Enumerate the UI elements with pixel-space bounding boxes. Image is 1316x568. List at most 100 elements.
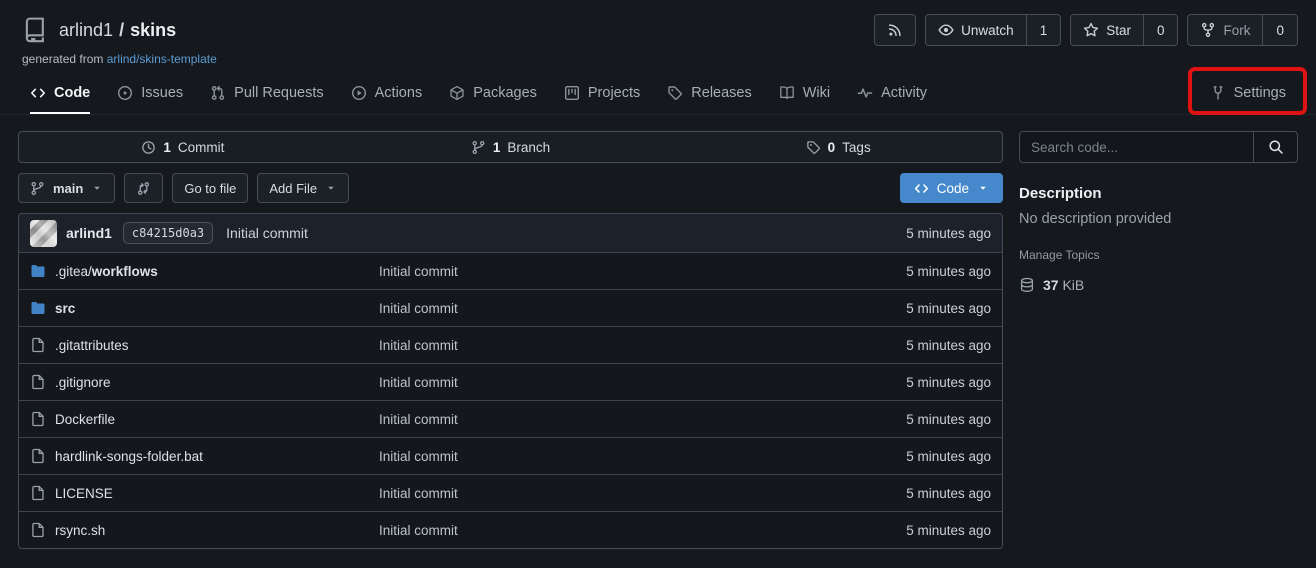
chevron-down-icon bbox=[91, 182, 103, 194]
repo-owner-link[interactable]: arlind1 bbox=[59, 20, 113, 40]
tab-activity[interactable]: Activity bbox=[857, 74, 927, 114]
file-commit-message[interactable]: Initial commit bbox=[379, 338, 906, 353]
file-commit-message[interactable]: Initial commit bbox=[379, 523, 906, 538]
file-name-link[interactable]: src bbox=[30, 300, 379, 316]
tab-projects[interactable]: Projects bbox=[564, 74, 640, 114]
git-pull-request-icon bbox=[210, 85, 226, 101]
generated-from-label: generated from bbox=[22, 52, 103, 66]
star-button[interactable]: Star bbox=[1071, 15, 1143, 45]
folder-icon bbox=[30, 300, 46, 316]
code-download-button[interactable]: Code bbox=[900, 173, 1003, 203]
file-date: 5 minutes ago bbox=[906, 486, 991, 501]
code-icon bbox=[914, 181, 929, 196]
search-button[interactable] bbox=[1253, 132, 1297, 162]
add-file-label: Add File bbox=[269, 181, 317, 196]
file-name-link[interactable]: .gitea/workflows bbox=[30, 263, 379, 279]
rss-button[interactable] bbox=[874, 14, 916, 46]
tab-settings[interactable]: Settings bbox=[1210, 74, 1286, 114]
tag-icon bbox=[806, 140, 821, 155]
file-name-link[interactable]: .gitignore bbox=[30, 374, 379, 390]
book-open-icon bbox=[779, 85, 795, 101]
package-icon bbox=[449, 85, 465, 101]
git-branch-icon bbox=[30, 181, 45, 196]
repo-size-unit: KiB bbox=[1062, 277, 1084, 293]
compare-button[interactable] bbox=[124, 173, 163, 203]
file-row: .gitattributes Initial commit 5 minutes … bbox=[19, 326, 1002, 363]
issue-opened-icon bbox=[117, 85, 133, 101]
file-row: LICENSE Initial commit 5 minutes ago bbox=[19, 474, 1002, 511]
file-commit-message[interactable]: Initial commit bbox=[379, 264, 906, 279]
star-label: Star bbox=[1106, 23, 1131, 38]
database-icon bbox=[1019, 277, 1035, 293]
file-row: rsync.sh Initial commit 5 minutes ago bbox=[19, 511, 1002, 548]
tag-icon bbox=[667, 85, 683, 101]
repo-sidebar: Description No description provided Mana… bbox=[1019, 131, 1298, 549]
add-file-button[interactable]: Add File bbox=[257, 173, 349, 203]
watchers-count[interactable]: 1 bbox=[1026, 15, 1061, 45]
branch-selector[interactable]: main bbox=[18, 173, 115, 203]
file-name-link[interactable]: LICENSE bbox=[30, 485, 379, 501]
file-row: .gitea/workflows Initial commit 5 minute… bbox=[19, 252, 1002, 289]
file-icon bbox=[30, 337, 46, 353]
manage-topics-link[interactable]: Manage Topics bbox=[1019, 248, 1298, 262]
watch-button-group: Unwatch 1 bbox=[925, 14, 1061, 46]
code-icon bbox=[30, 85, 46, 101]
tab-releases[interactable]: Releases bbox=[667, 74, 751, 114]
file-commit-message[interactable]: Initial commit bbox=[379, 375, 906, 390]
file-row: Dockerfile Initial commit 5 minutes ago bbox=[19, 400, 1002, 437]
tab-pull-requests[interactable]: Pull Requests bbox=[210, 74, 323, 114]
tab-packages[interactable]: Packages bbox=[449, 74, 537, 114]
commit-author-link[interactable]: arlind1 bbox=[66, 225, 112, 241]
fork-button[interactable]: Fork bbox=[1188, 15, 1262, 45]
tab-code[interactable]: Code bbox=[30, 74, 90, 114]
file-name-link[interactable]: .gitattributes bbox=[30, 337, 379, 353]
tags-stat[interactable]: 0Tags bbox=[674, 140, 1002, 155]
file-name-link[interactable]: Dockerfile bbox=[30, 411, 379, 427]
unwatch-label: Unwatch bbox=[961, 23, 1014, 38]
avatar[interactable] bbox=[30, 220, 57, 247]
branches-stat[interactable]: 1Branch bbox=[347, 140, 675, 155]
stars-count[interactable]: 0 bbox=[1143, 15, 1178, 45]
file-commit-message[interactable]: Initial commit bbox=[379, 449, 906, 464]
file-date: 5 minutes ago bbox=[906, 523, 991, 538]
commit-message-link[interactable]: Initial commit bbox=[226, 225, 308, 241]
file-commit-message[interactable]: Initial commit bbox=[379, 412, 906, 427]
file-row: hardlink-songs-folder.bat Initial commit… bbox=[19, 437, 1002, 474]
fork-button-group: Fork 0 bbox=[1187, 14, 1298, 46]
star-button-group: Star 0 bbox=[1070, 14, 1178, 46]
commit-hash-link[interactable]: c84215d0a3 bbox=[123, 222, 213, 244]
code-search-box bbox=[1019, 131, 1298, 163]
generated-from-line: generated from arlind/skins-template bbox=[22, 52, 1298, 67]
repo-toolbar: main Go to file Add File bbox=[18, 173, 1003, 203]
file-name-link[interactable]: rsync.sh bbox=[30, 522, 379, 538]
tab-issues[interactable]: Issues bbox=[117, 74, 183, 114]
tools-icon bbox=[1210, 85, 1226, 101]
fork-icon bbox=[1200, 22, 1216, 38]
file-row: src Initial commit 5 minutes ago bbox=[19, 289, 1002, 326]
file-commit-message[interactable]: Initial commit bbox=[379, 301, 906, 316]
file-name-link[interactable]: hardlink-songs-folder.bat bbox=[30, 448, 379, 464]
play-circle-icon bbox=[351, 85, 367, 101]
file-date: 5 minutes ago bbox=[906, 449, 991, 464]
file-date: 5 minutes ago bbox=[906, 375, 991, 390]
search-input[interactable] bbox=[1020, 132, 1253, 162]
repo-size-value: 37 bbox=[1043, 277, 1059, 293]
tab-wiki[interactable]: Wiki bbox=[779, 74, 830, 114]
tab-actions[interactable]: Actions bbox=[351, 74, 423, 114]
file-icon bbox=[30, 448, 46, 464]
forks-count[interactable]: 0 bbox=[1262, 15, 1297, 45]
file-date: 5 minutes ago bbox=[906, 301, 991, 316]
template-repo-link[interactable]: arlind/skins-template bbox=[107, 52, 217, 66]
go-to-file-button[interactable]: Go to file bbox=[172, 173, 248, 203]
file-icon bbox=[30, 411, 46, 427]
file-date: 5 minutes ago bbox=[906, 264, 991, 279]
file-commit-message[interactable]: Initial commit bbox=[379, 486, 906, 501]
repo-name-link[interactable]: skins bbox=[130, 20, 176, 40]
rss-icon bbox=[875, 15, 915, 45]
unwatch-button[interactable]: Unwatch bbox=[926, 15, 1026, 45]
history-icon bbox=[141, 140, 156, 155]
commits-stat[interactable]: 1Commit bbox=[19, 140, 347, 155]
file-icon bbox=[30, 374, 46, 390]
folder-icon bbox=[30, 263, 46, 279]
git-compare-icon bbox=[136, 181, 151, 196]
